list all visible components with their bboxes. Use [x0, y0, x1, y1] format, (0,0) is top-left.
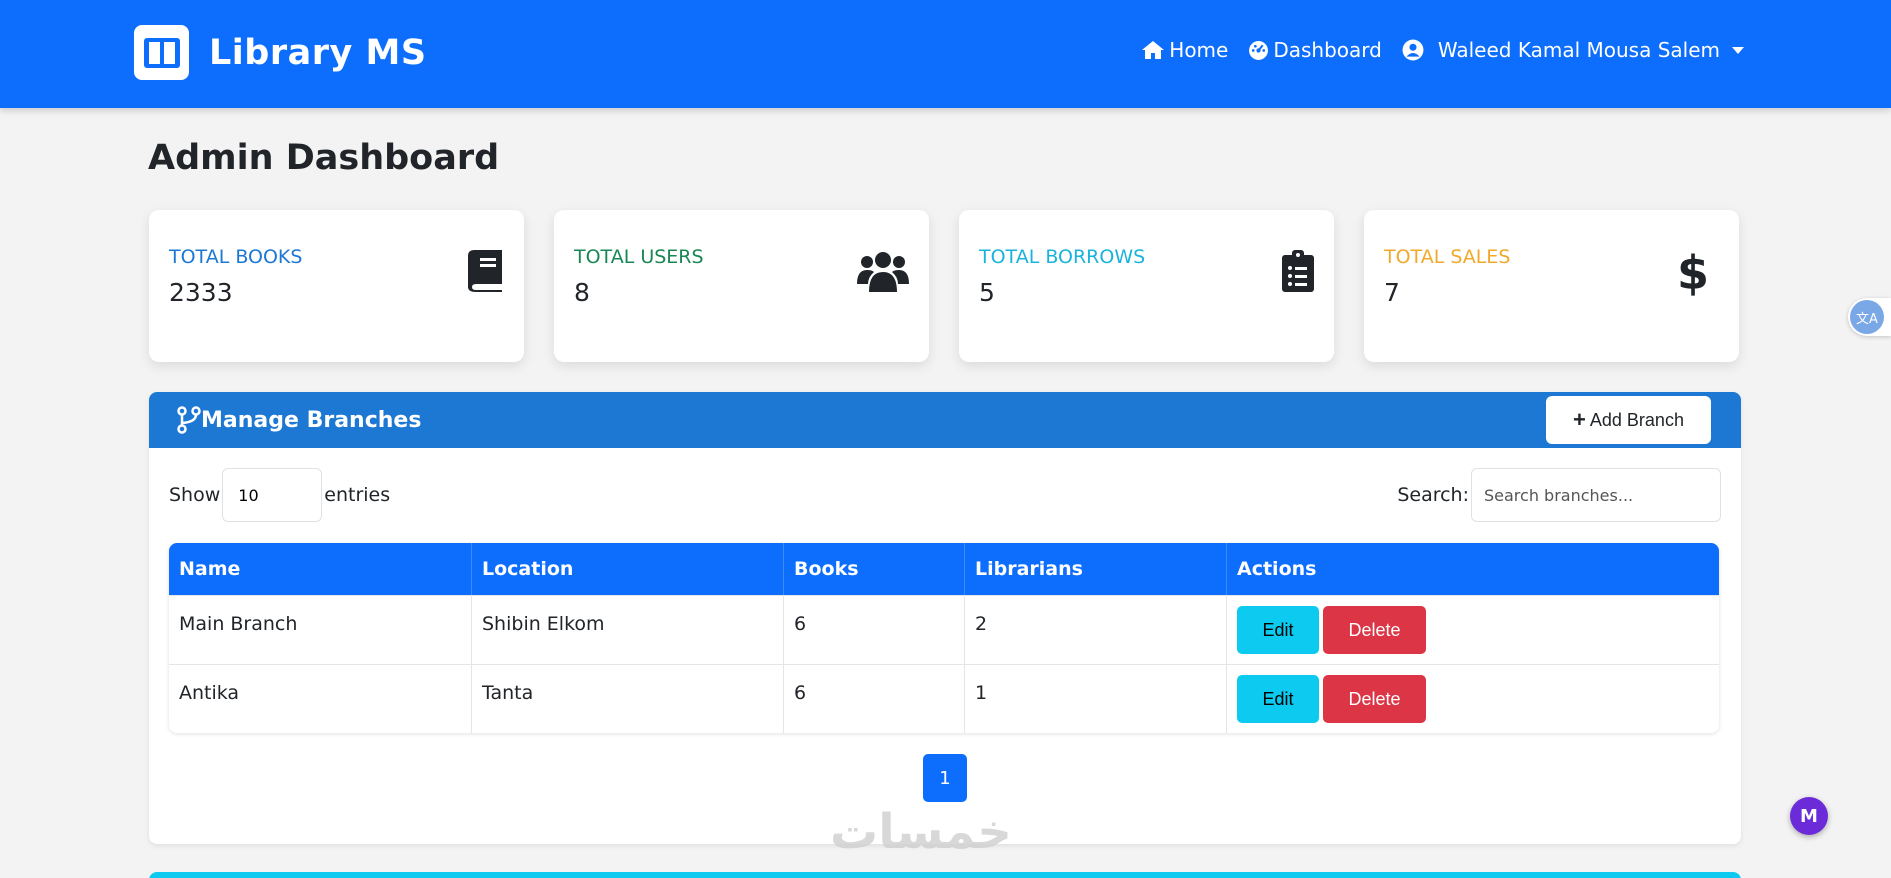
edit-button[interactable]: Edit	[1237, 675, 1319, 723]
cell-actions: Edit Delete	[1227, 595, 1719, 664]
search-control: Search:	[1397, 468, 1721, 522]
clipboard-list-icon	[1282, 250, 1314, 296]
cell-librarians: 2	[965, 595, 1227, 664]
stat-card-users: TOTAL USERS 8	[554, 210, 929, 362]
stat-label: TOTAL USERS	[574, 246, 704, 268]
column-header[interactable]: Books	[784, 543, 965, 595]
column-header[interactable]: Location	[472, 543, 784, 595]
stat-value: 7	[1384, 278, 1400, 307]
cell-location: Shibin Elkom	[472, 595, 784, 664]
panel-header: Manage Branches + Add Branch	[149, 392, 1741, 448]
brand-title: Library MS	[209, 32, 427, 73]
dollar-icon: $	[1676, 246, 1709, 300]
delete-button[interactable]: Delete	[1323, 675, 1426, 723]
delete-button[interactable]: Delete	[1323, 606, 1426, 654]
book-logo-icon	[134, 25, 189, 80]
user-circle-icon	[1402, 39, 1424, 61]
stat-label: TOTAL BORROWS	[979, 246, 1146, 268]
stat-label: TOTAL BOOKS	[169, 246, 303, 268]
nav-dashboard-link[interactable]: Dashboard	[1248, 38, 1382, 62]
nav-home-label: Home	[1169, 38, 1229, 62]
next-panel-header	[149, 872, 1741, 878]
pagination-page-1[interactable]: 1	[923, 754, 967, 802]
branches-table: Name Location Books Librarians Actions M…	[169, 543, 1719, 733]
stat-card-borrows: TOTAL BORROWS 5	[959, 210, 1334, 362]
stat-value: 2333	[169, 278, 233, 307]
entries-label: entries	[324, 484, 391, 506]
column-header[interactable]: Librarians	[965, 543, 1227, 595]
cell-name: Antika	[169, 664, 472, 733]
plus-icon: +	[1573, 407, 1586, 432]
manage-branches-panel: Manage Branches + Add Branch Show entrie…	[149, 392, 1741, 844]
translate-widget[interactable]: 文A	[1848, 298, 1891, 336]
brand[interactable]: Library MS	[134, 25, 427, 80]
table-row: Main Branch Shibin Elkom 6 2 Edit Delete	[169, 595, 1719, 664]
user-menu-toggle[interactable]: Waleed Kamal Mousa Salem	[1402, 38, 1744, 62]
stat-card-books: TOTAL BOOKS 2333	[149, 210, 524, 362]
search-label: Search:	[1397, 484, 1469, 506]
cell-name: Main Branch	[169, 595, 472, 664]
nav-dashboard-label: Dashboard	[1273, 38, 1382, 62]
stat-card-sales: TOTAL SALES 7 $	[1364, 210, 1739, 362]
cell-location: Tanta	[472, 664, 784, 733]
column-header[interactable]: Name	[169, 543, 472, 595]
navbar: Library MS Home Dashboard Waleed Kamal M…	[0, 0, 1891, 108]
show-label: Show	[169, 484, 221, 506]
home-icon	[1142, 41, 1165, 59]
stat-label: TOTAL SALES	[1384, 246, 1511, 268]
table-header-row: Name Location Books Librarians Actions	[169, 543, 1719, 595]
cell-actions: Edit Delete	[1227, 664, 1719, 733]
edit-button[interactable]: Edit	[1237, 606, 1319, 654]
table-row: Antika Tanta 6 1 Edit Delete	[169, 664, 1719, 733]
nav-home-link[interactable]: Home	[1141, 38, 1228, 62]
nav-links: Home Dashboard Waleed Kamal Mousa Salem	[1121, 38, 1744, 62]
translate-icon: 文A	[1850, 300, 1884, 334]
cell-librarians: 1	[965, 664, 1227, 733]
dashboard-icon	[1249, 40, 1269, 60]
add-branch-label: Add Branch	[1589, 409, 1684, 430]
chevron-down-icon	[1732, 46, 1744, 54]
watermark-logo: خمسات	[830, 804, 1012, 860]
entries-select[interactable]	[222, 468, 323, 522]
code-branch-icon	[177, 406, 201, 434]
add-branch-button[interactable]: + Add Branch	[1546, 396, 1711, 444]
book-icon	[468, 250, 504, 296]
panel-title-text: Manage Branches	[201, 407, 422, 433]
search-input[interactable]	[1471, 468, 1721, 522]
panel-title: Manage Branches	[177, 406, 421, 434]
entries-control: Show entries	[169, 468, 390, 522]
assistant-button[interactable]: M	[1790, 797, 1828, 835]
users-icon	[857, 250, 909, 296]
user-name: Waleed Kamal Mousa Salem	[1437, 38, 1720, 62]
cell-books: 6	[784, 664, 965, 733]
stat-value: 8	[574, 278, 590, 307]
cell-books: 6	[784, 595, 965, 664]
column-header: Actions	[1227, 543, 1719, 595]
page-title: Admin Dashboard	[148, 138, 500, 178]
stat-value: 5	[979, 278, 995, 307]
